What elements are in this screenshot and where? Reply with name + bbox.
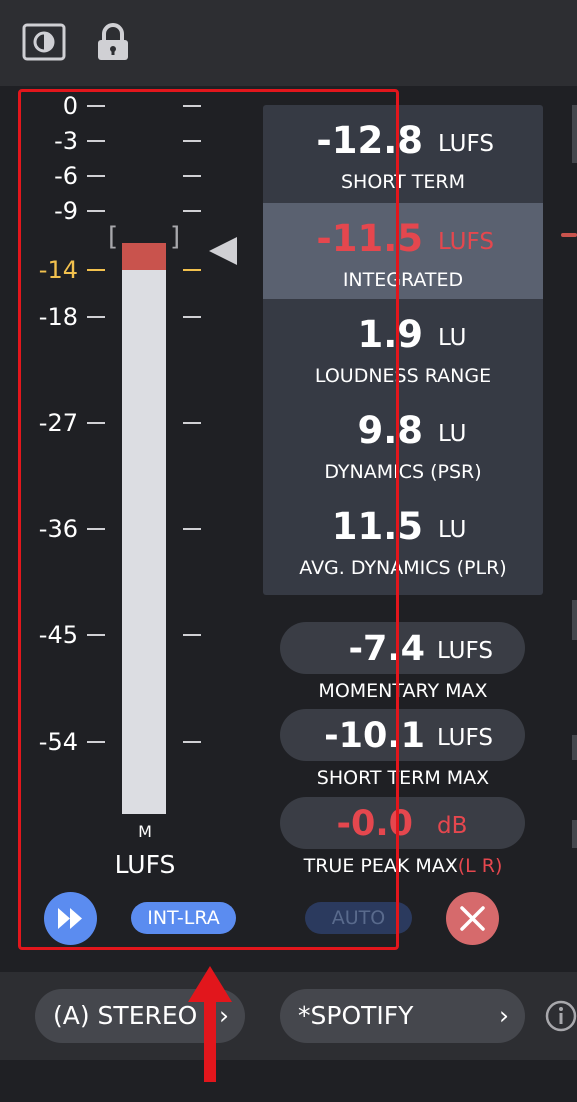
edge-meter-marker	[561, 233, 577, 237]
stat-unit: LUFS	[438, 131, 494, 157]
pill-unit: LUFS	[437, 725, 493, 751]
close-icon	[460, 906, 485, 931]
stat-unit: LU	[438, 325, 467, 351]
annotation-arrow-icon	[188, 966, 232, 1082]
top-toolbar	[0, 0, 577, 86]
edge-meter-segment	[572, 105, 577, 163]
channel-mode-label: (A) STEREO	[53, 1001, 198, 1030]
preset-label: *SPOTIFY	[298, 1001, 414, 1030]
edge-meter-segment	[572, 735, 577, 760]
lock-icon[interactable]	[90, 20, 136, 66]
highlight-annotation-box	[18, 89, 399, 950]
pill-unit: LUFS	[437, 638, 493, 664]
stat-unit: LU	[438, 421, 467, 447]
stat-unit: LU	[438, 517, 467, 543]
edge-meter-segment	[572, 600, 577, 640]
info-icon[interactable]	[544, 999, 577, 1033]
pill-unit: dB	[437, 813, 468, 839]
chevron-right-icon: ›	[499, 1001, 509, 1030]
preset-selector[interactable]: *SPOTIFY ›	[280, 989, 525, 1043]
stat-unit: LUFS	[438, 229, 494, 255]
caption-channels: (L R)	[457, 855, 503, 877]
edge-meter-segment	[572, 820, 577, 848]
display-mode-icon[interactable]	[21, 20, 67, 66]
reset-button[interactable]	[446, 892, 499, 945]
